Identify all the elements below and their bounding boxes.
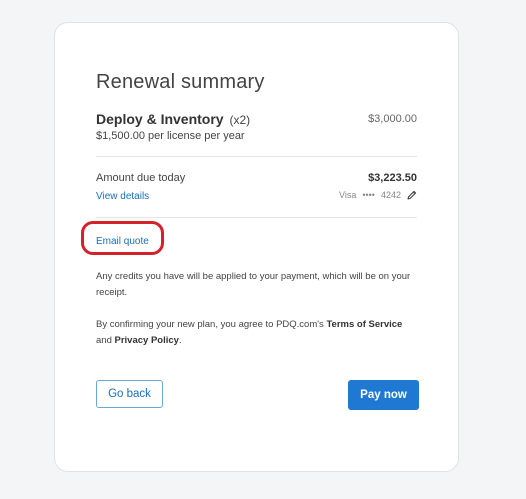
terms-suffix: . <box>178 335 182 346</box>
payment-method: Visa •••• 4242 <box>339 190 417 200</box>
product-unit-price: $1,500.00 per license per year <box>96 130 245 142</box>
amount-due-section: Amount due today $3,223.50 View details … <box>96 172 417 204</box>
product-line-item: Deploy & Inventory (x2) $1,500.00 per li… <box>96 111 417 142</box>
email-quote-link[interactable]: Email quote <box>96 236 149 247</box>
product-quantity: (x2) <box>229 113 251 127</box>
divider <box>96 156 417 157</box>
terms-conjunction: and <box>96 335 115 346</box>
product-total-price: $3,000.00 <box>368 113 417 125</box>
renewal-summary-card: Renewal summary Deploy & Inventory (x2) … <box>54 22 459 472</box>
credits-notice: Any credits you have will be applied to … <box>96 271 411 298</box>
amount-due-value: $3,223.50 <box>368 172 417 184</box>
terms-of-service-link[interactable]: Terms of Service <box>326 319 402 330</box>
card-brand: Visa <box>339 190 357 200</box>
card-mask: •••• <box>362 190 375 200</box>
pay-now-button[interactable]: Pay now <box>348 380 419 410</box>
pencil-icon[interactable] <box>407 190 417 200</box>
page-title: Renewal summary <box>96 71 265 93</box>
divider <box>96 217 417 218</box>
view-details-link[interactable]: View details <box>96 191 149 202</box>
card-last4: 4242 <box>380 190 401 200</box>
terms-notice: By confirming your new plan, you agree t… <box>96 317 417 349</box>
terms-prefix: By confirming your new plan, you agree t… <box>96 319 327 330</box>
product-name: Deploy & Inventory <box>96 111 224 127</box>
privacy-policy-link[interactable]: Privacy Policy <box>115 335 179 346</box>
go-back-button[interactable]: Go back <box>96 380 163 408</box>
